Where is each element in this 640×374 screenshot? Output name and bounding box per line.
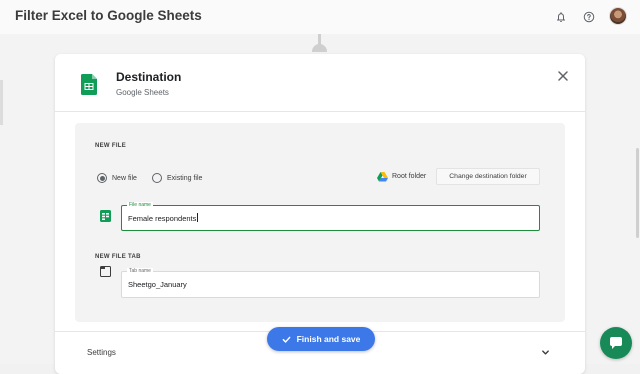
chat-icon (610, 337, 622, 349)
google-sheets-icon (81, 74, 97, 95)
app-title: Filter Excel to Google Sheets (15, 8, 202, 23)
radio-existing-file-label: Existing file (167, 174, 203, 182)
text-caret (197, 213, 199, 222)
panel-subtitle: Google Sheets (116, 88, 169, 97)
radio-existing-file[interactable]: Existing file (152, 173, 202, 183)
bell-icon[interactable] (553, 9, 569, 25)
settings-section-label[interactable]: Settings (87, 348, 116, 357)
chevron-down-icon[interactable] (541, 348, 550, 357)
file-name-input[interactable]: Female respondents (128, 214, 196, 223)
avatar[interactable] (609, 7, 627, 25)
help-icon[interactable] (581, 9, 597, 25)
sheets-field-icon (100, 210, 111, 222)
root-folder-label: Root folder (392, 173, 427, 180)
radio-unselected[interactable] (152, 173, 162, 183)
file-tab-icon (100, 266, 111, 277)
file-name-field[interactable]: File name Female respondents (121, 202, 540, 231)
tab-name-legend: Tab name (127, 268, 153, 274)
radio-new-file-label: New file (112, 174, 137, 182)
destination-form: NEW FILE New file Existing file Root fol… (75, 123, 565, 322)
finish-and-save-label: Finish and save (296, 334, 361, 344)
google-drive-icon (377, 172, 388, 182)
destination-panel: Destination Google Sheets NEW FILE New f… (55, 54, 585, 374)
check-icon (282, 336, 290, 343)
connector-node (312, 44, 327, 52)
tab-name-field[interactable]: Tab name Sheetgo_January (121, 268, 540, 298)
new-file-section-label: NEW FILE (95, 143, 127, 149)
panel-title: Destination (116, 70, 182, 84)
radio-new-file[interactable]: New file (97, 173, 137, 183)
chat-button[interactable] (600, 327, 632, 359)
radio-selected[interactable] (97, 173, 107, 183)
new-file-tab-section-label: NEW FILE TAB (95, 254, 141, 260)
scrollbar[interactable] (636, 148, 639, 238)
divider (55, 111, 585, 112)
file-name-legend: File name (127, 202, 153, 208)
left-edge-panel (0, 80, 3, 125)
change-destination-folder-button[interactable]: Change destination folder (436, 168, 540, 185)
finish-and-save-button[interactable]: Finish and save (267, 327, 375, 351)
close-icon[interactable] (557, 70, 569, 82)
tab-name-input[interactable]: Sheetgo_January (128, 280, 187, 289)
top-bar: Filter Excel to Google Sheets (0, 0, 640, 34)
